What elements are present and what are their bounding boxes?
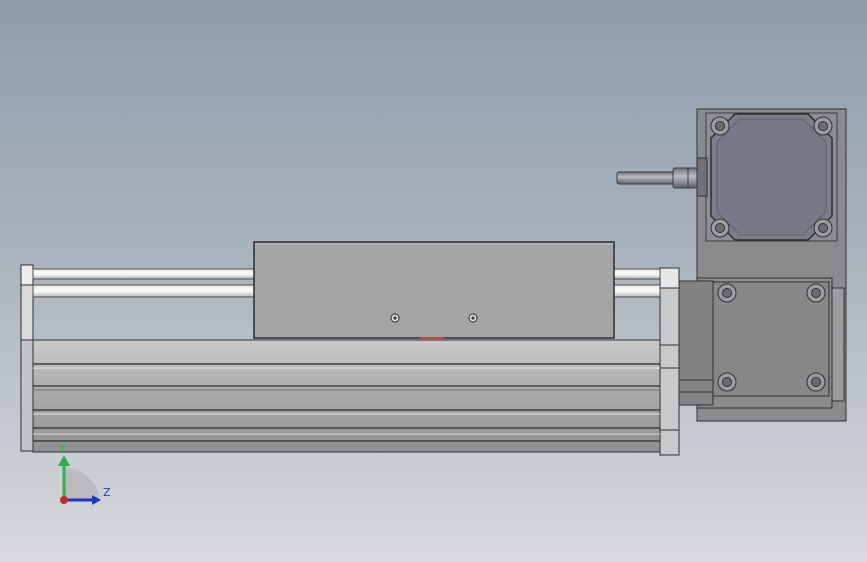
gearbox-bolt-top-left xyxy=(717,283,737,303)
motor-bolt-top-left xyxy=(710,116,730,136)
gearbox-bolt-bottom-left xyxy=(717,372,737,392)
carriage-block xyxy=(253,241,615,340)
carriage-hole-left xyxy=(390,313,400,323)
gearbox-housing xyxy=(696,277,845,409)
motor-bolt-bottom-right xyxy=(813,218,833,238)
aluminum-rail-profile xyxy=(32,339,661,453)
linear-actuator-model[interactable] xyxy=(0,0,867,562)
stepper-motor xyxy=(696,112,838,242)
motor-bolt-bottom-left xyxy=(710,218,730,238)
x-axis-origin xyxy=(60,496,68,504)
motor-shaft xyxy=(616,167,698,189)
cad-graphics-viewport[interactable]: Y Z xyxy=(0,0,867,562)
gearbox-bolt-top-right xyxy=(806,283,826,303)
reference-triad xyxy=(58,455,101,505)
coupler-block xyxy=(677,280,714,406)
right-end-plate xyxy=(659,267,680,456)
triad-y-label: Y xyxy=(59,442,66,455)
carriage-hole-right xyxy=(468,313,478,323)
left-end-plate xyxy=(20,264,34,452)
triad-z-label: Z xyxy=(103,486,111,499)
gearbox-bolt-bottom-right xyxy=(806,372,826,392)
motor-bolt-top-right xyxy=(813,116,833,136)
